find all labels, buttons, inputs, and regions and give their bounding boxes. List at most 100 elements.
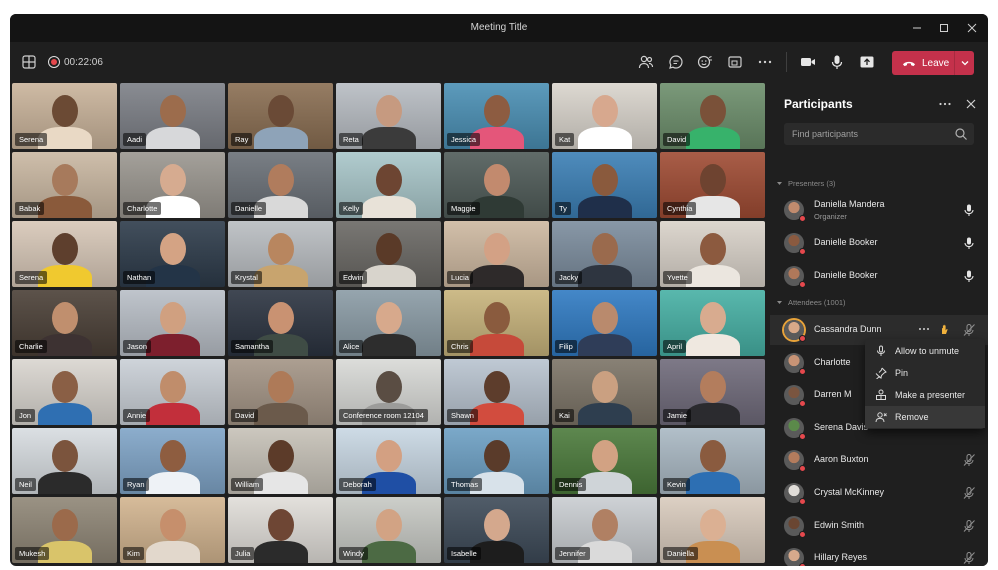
video-tile[interactable]: Charlotte [120,152,225,218]
participant-body [254,127,308,149]
video-tile[interactable]: Jason [120,290,225,356]
leave-options-button[interactable] [955,51,974,75]
attendees-section-header[interactable]: Attendees (1001) [776,298,846,307]
mic-muted-icon[interactable] [962,519,976,533]
video-tile[interactable]: Serena [12,221,117,287]
participant-face [592,164,618,196]
video-tile[interactable]: Kim [120,497,225,563]
mic-muted-icon[interactable] [962,453,976,467]
mic-muted-icon[interactable] [962,551,976,565]
mic-icon[interactable] [962,269,976,283]
menu-item[interactable]: Allow to unmute [865,340,985,362]
video-tile[interactable]: Mukesh [12,497,117,563]
close-panel-button[interactable] [962,95,980,113]
video-tile[interactable]: Cynthia [660,152,765,218]
search-input[interactable] [792,123,952,145]
video-tile[interactable]: Neil [12,428,117,494]
video-tile[interactable]: Kevin [660,428,765,494]
video-tile[interactable]: Ryan [120,428,225,494]
mic-muted-icon[interactable] [962,323,976,337]
participant-row[interactable]: Daniella Mandera Organizer [770,195,988,225]
video-tile[interactable]: Jon [12,359,117,425]
video-tile[interactable]: April [660,290,765,356]
video-tile[interactable]: Nathan [120,221,225,287]
video-tile[interactable]: Annie [120,359,225,425]
mic-icon[interactable] [962,203,976,217]
video-tile[interactable]: Jacky [552,221,657,287]
minimize-button[interactable] [904,18,930,38]
video-tile[interactable]: Chris [444,290,549,356]
share-button[interactable] [856,51,878,73]
presenters-section-header[interactable]: Presenters (3) [776,179,836,188]
menu-item[interactable]: Remove [865,406,985,428]
more-icon[interactable] [918,323,930,335]
layout-button[interactable] [18,51,40,73]
more-actions-button[interactable] [754,51,776,73]
video-tile[interactable]: Daniella [660,497,765,563]
video-tile[interactable]: Conference room 12104 [336,359,441,425]
video-tile[interactable]: Reta [336,83,441,149]
video-tile[interactable]: Aadi [120,83,225,149]
menu-item[interactable]: Pin [865,362,985,384]
video-tile[interactable]: Serena [12,83,117,149]
participant-face [376,233,402,265]
video-tile[interactable]: Ty [552,152,657,218]
video-tile[interactable]: Jamie [660,359,765,425]
video-tile[interactable]: Ray [228,83,333,149]
video-tile[interactable]: Charlie [12,290,117,356]
menu-item[interactable]: Make a presenter [865,384,985,406]
video-tile[interactable]: Danielle [228,152,333,218]
chat-button[interactable] [665,51,687,73]
video-tile[interactable]: Kat [552,83,657,149]
participant-row[interactable]: Aaron Buxton [770,445,988,475]
video-tile[interactable]: Windy [336,497,441,563]
share-tray-button[interactable] [724,51,746,73]
participant-row[interactable]: Edwin Smith [770,511,988,541]
participant-row[interactable]: Crystal McKinney [770,478,988,508]
leave-button[interactable]: Leave [892,51,954,75]
mic-muted-icon[interactable] [962,486,976,500]
video-tile[interactable]: Jessica [444,83,549,149]
participant-row[interactable]: Danielle Booker [770,228,988,258]
video-tile[interactable]: Julia [228,497,333,563]
video-tile[interactable]: Kai [552,359,657,425]
reactions-button[interactable] [694,51,716,73]
video-tile[interactable]: Filip [552,290,657,356]
video-tile[interactable]: Yvette [660,221,765,287]
close-window-button[interactable] [959,18,985,38]
mic-icon[interactable] [962,236,976,250]
participant-body [578,472,632,494]
avatar [784,352,806,375]
video-tile[interactable]: Krystal [228,221,333,287]
camera-button[interactable] [797,51,819,73]
video-tile[interactable]: Samantha [228,290,333,356]
video-tile[interactable]: Shawn [444,359,549,425]
participant-face [484,95,510,127]
maximize-icon [940,24,948,32]
video-tile[interactable]: William [228,428,333,494]
raised-hand-icon [942,324,948,334]
people-button[interactable] [635,51,657,73]
mic-button[interactable] [826,51,848,73]
video-tile[interactable]: Maggie [444,152,549,218]
video-tile[interactable]: Lucia [444,221,549,287]
maximize-button[interactable] [931,18,957,38]
video-tile[interactable]: David [228,359,333,425]
video-tile[interactable]: Deborah [336,428,441,494]
video-tile[interactable]: Alice [336,290,441,356]
video-tile[interactable]: Jennifer [552,497,657,563]
video-tile[interactable]: Dennis [552,428,657,494]
video-tile[interactable]: Isabelle [444,497,549,563]
video-tile[interactable]: David [660,83,765,149]
participants-more-button[interactable] [936,95,954,113]
search-icon[interactable] [954,127,968,141]
participant-row[interactable]: Danielle Booker [770,261,988,291]
menu-item-label: Allow to unmute [895,346,960,356]
video-tile[interactable]: Edwin [336,221,441,287]
participant-row[interactable]: Hillary Reyes [770,543,988,566]
video-tile[interactable]: Thomas [444,428,549,494]
video-tile[interactable]: Kelly [336,152,441,218]
presence-badge [799,498,806,505]
video-tile[interactable]: Babak [12,152,117,218]
participant-name: Danielle Booker [814,237,878,247]
